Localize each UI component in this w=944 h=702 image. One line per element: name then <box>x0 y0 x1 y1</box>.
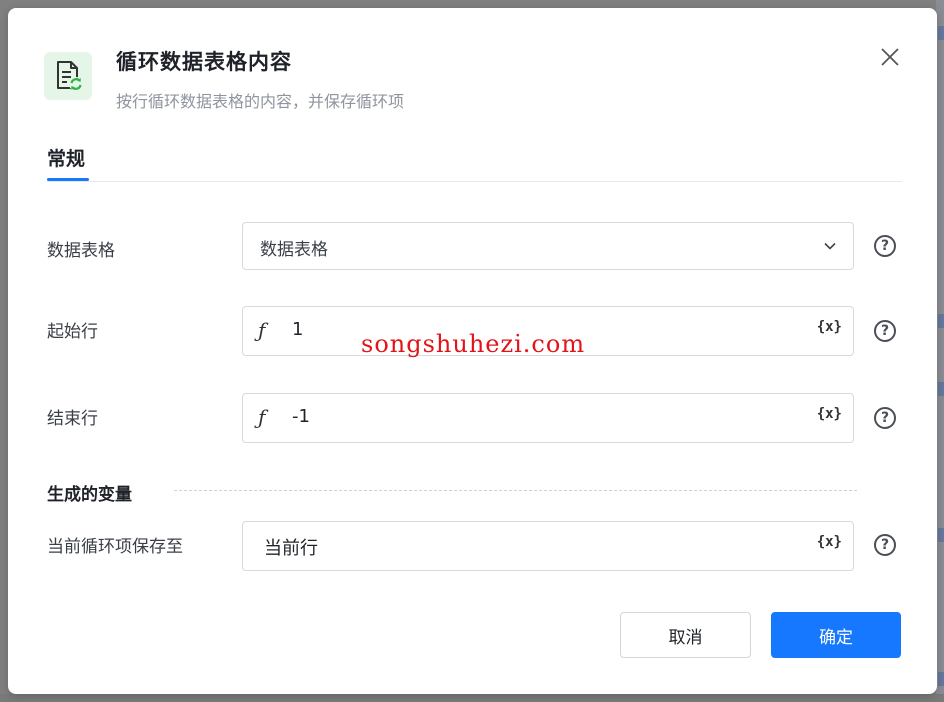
help-icon[interactable]: ? <box>874 320 896 342</box>
background-link <box>938 672 944 686</box>
background-link <box>938 528 944 542</box>
save-to-value: 当前行 <box>264 538 318 559</box>
background-strip <box>936 0 944 702</box>
function-icon: ƒ <box>258 318 266 342</box>
output-section-title: 生成的变量 <box>47 485 132 505</box>
help-icon[interactable]: ? <box>874 407 896 429</box>
function-icon: ƒ <box>258 405 266 429</box>
tabs-divider <box>47 181 902 182</box>
table-label: 数据表格 <box>47 241 115 261</box>
background-link <box>938 314 944 328</box>
variable-icon[interactable]: {x} <box>817 406 842 422</box>
close-icon[interactable] <box>878 45 902 69</box>
section-divider <box>174 490 857 491</box>
table-select-value: 数据表格 <box>260 240 328 260</box>
save-to-label: 当前循环项保存至 <box>47 537 183 557</box>
variable-icon[interactable]: {x} <box>817 319 842 335</box>
background-bottom <box>0 694 944 702</box>
loop-table-dialog: 循环数据表格内容 按行循环数据表格的内容，并保存循环项 常规 数据表格 数据表格… <box>8 8 937 694</box>
start-row-value: 1 <box>292 319 304 340</box>
dialog-subtitle: 按行循环数据表格的内容，并保存循环项 <box>116 92 405 111</box>
table-select[interactable]: 数据表格 <box>242 222 854 270</box>
help-icon[interactable]: ? <box>874 235 896 257</box>
background-link <box>938 26 944 40</box>
end-row-label: 结束行 <box>47 409 98 429</box>
tab-general[interactable]: 常规 <box>47 144 85 171</box>
chevron-down-icon <box>824 242 836 250</box>
save-to-input[interactable]: 当前行 {x} <box>242 521 854 571</box>
cancel-button[interactable]: 取消 <box>620 612 751 658</box>
help-icon[interactable]: ? <box>874 534 896 556</box>
start-row-label: 起始行 <box>47 322 98 342</box>
confirm-button[interactable]: 确定 <box>771 612 901 658</box>
watermark-text: songshuhezi.com <box>361 330 586 358</box>
dialog-title: 循环数据表格内容 <box>116 50 292 74</box>
variable-icon[interactable]: {x} <box>817 534 842 550</box>
background-link <box>938 382 944 396</box>
end-row-input[interactable]: ƒ -1 {x} <box>242 393 854 443</box>
end-row-value: -1 <box>292 406 310 427</box>
table-loop-icon <box>44 52 92 100</box>
